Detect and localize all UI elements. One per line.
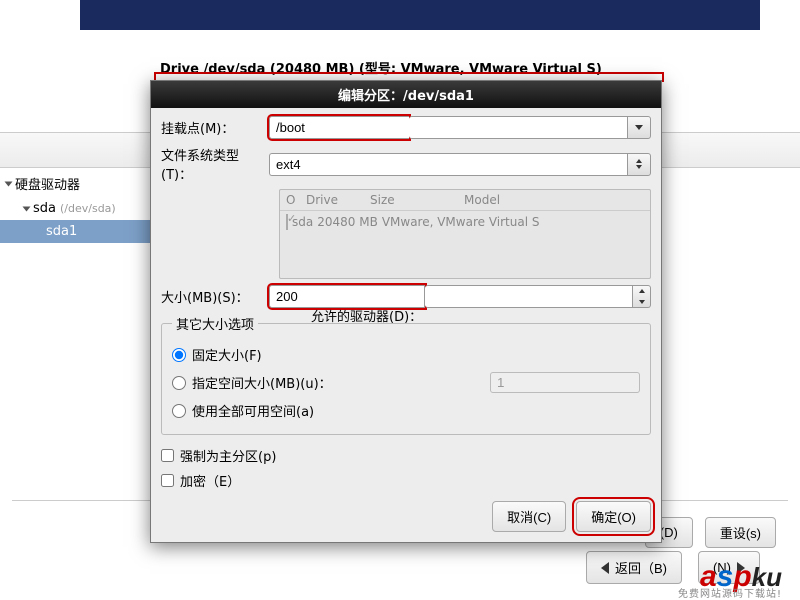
radio-fixed-size[interactable]: 固定大小(F) [172, 341, 640, 368]
drives-row-sda[interactable]: sda 20480 MB VMware, VMware Virtual S [280, 211, 650, 233]
drives-col-drive: Drive [306, 193, 366, 207]
upto-value-input [490, 372, 640, 393]
ok-button[interactable]: 确定(O) [576, 501, 651, 532]
mount-point-dropdown-button[interactable] [627, 116, 651, 139]
size-input-tail[interactable] [425, 285, 633, 308]
force-primary-row[interactable]: 强制为主分区(p) [161, 443, 651, 468]
size-spinner-buttons[interactable] [633, 285, 651, 308]
force-primary-label: 强制为主分区(p) [180, 446, 276, 465]
expander-icon[interactable] [23, 206, 31, 211]
top-banner [80, 0, 760, 30]
drives-col-size: Size [370, 193, 460, 207]
encrypt-checkbox[interactable] [161, 474, 174, 487]
spin-up-icon[interactable] [633, 286, 650, 297]
mount-point-input[interactable] [269, 116, 409, 139]
drives-col-model: Model [464, 193, 644, 207]
force-primary-checkbox[interactable] [161, 449, 174, 462]
allowed-drives-label: 允许的驱动器(D)： [311, 306, 422, 325]
spin-down-icon[interactable] [633, 297, 650, 308]
mount-point-input-tail[interactable] [409, 116, 627, 139]
radio-fill-all[interactable]: 使用全部可用空间(a) [172, 397, 640, 424]
updown-icon [636, 159, 642, 169]
radio-fixed-input[interactable] [172, 348, 186, 362]
size-input[interactable] [269, 285, 425, 308]
back-label: 返回（B) [615, 558, 667, 577]
radio-fixed-label: 固定大小(F) [192, 345, 262, 364]
main-button-row: (D) 重设(s) [645, 517, 776, 548]
chevron-down-icon [635, 125, 643, 130]
encrypt-row[interactable]: 加密（E） [161, 468, 651, 493]
radio-upto-label: 指定空间大小(MB)(u)： [192, 373, 332, 392]
drives-col-check: O [286, 193, 302, 207]
dialog-title: 编辑分区：/dev/sda1 [151, 81, 661, 108]
device-tree[interactable]: 硬盘驱动器 sda (/dev/sda) sda1 [0, 170, 156, 243]
drive-checkbox[interactable] [286, 214, 288, 230]
drive-model: VMware, VMware Virtual S [382, 215, 540, 229]
edit-partition-dialog: 编辑分区：/dev/sda1 挂载点(M)： 文件系统类型(T)： O Driv… [150, 80, 662, 543]
tree-sda-devpath: (/dev/sda) [60, 202, 116, 215]
dialog-button-row: 取消(C) 确定(O) [161, 493, 651, 532]
drive-size: 20480 MB [317, 215, 378, 229]
fs-type-input[interactable] [269, 153, 627, 176]
mount-point-label: 挂载点(M)： [161, 118, 269, 137]
radio-fill-upto[interactable]: 指定空间大小(MB)(u)： [172, 368, 640, 397]
size-options-group: 其它大小选项 固定大小(F) 指定空间大小(MB)(u)： 使用全部可用空间(a… [161, 314, 651, 435]
cancel-button[interactable]: 取消(C) [492, 501, 566, 532]
size-label: 大小(MB)(S)： [161, 287, 269, 306]
fs-type-label: 文件系统类型(T)： [161, 145, 269, 183]
radio-upto-input[interactable] [172, 376, 186, 390]
allowed-drives-list[interactable]: O Drive Size Model sda 20480 MB VMware, … [279, 189, 651, 279]
encrypt-label: 加密（E） [180, 471, 240, 490]
fs-type-dropdown-button[interactable] [627, 153, 651, 176]
back-button[interactable]: 返回（B) [586, 551, 682, 584]
size-options-legend: 其它大小选项 [172, 314, 258, 333]
drives-header-row: O Drive Size Model [280, 190, 650, 211]
tree-root-hard-drives[interactable]: 硬盘驱动器 [0, 170, 156, 197]
arrow-left-icon [601, 562, 609, 574]
expander-icon[interactable] [5, 181, 13, 186]
reset-button[interactable]: 重设(s) [705, 517, 776, 548]
watermark-subtitle: 免费网站源码下载站! [678, 585, 782, 600]
tree-item-sda[interactable]: sda (/dev/sda) [0, 197, 156, 220]
tree-item-sda1[interactable]: sda1 [0, 220, 156, 243]
radio-fill-label: 使用全部可用空间(a) [192, 401, 314, 420]
tree-root-label: 硬盘驱动器 [15, 174, 80, 193]
tree-sda-label: sda [33, 201, 56, 216]
radio-fill-input[interactable] [172, 404, 186, 418]
tree-sda1-label: sda1 [46, 224, 77, 239]
